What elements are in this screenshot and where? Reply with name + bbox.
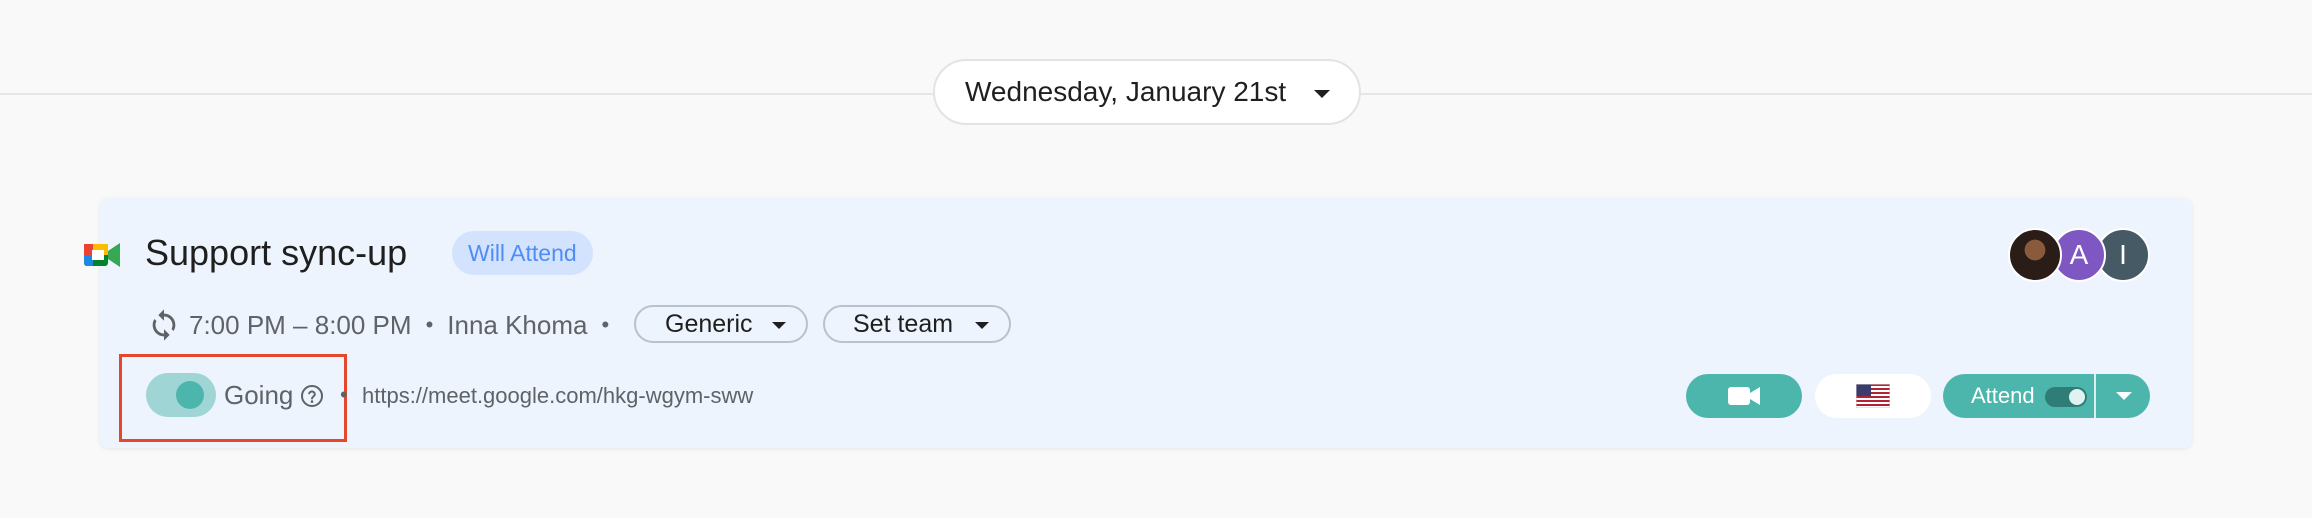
category-label: Generic: [665, 309, 753, 338]
event-meta: 7:00 PM – 8:00 PM • Inna Khoma •: [189, 307, 623, 343]
us-flag-icon: [1856, 384, 1890, 408]
avatar-initial: A: [2069, 239, 2089, 270]
event-title[interactable]: Support sync-up: [145, 229, 407, 277]
avatar[interactable]: [2008, 228, 2062, 282]
video-camera-icon: [1728, 387, 1760, 405]
date-selector[interactable]: Wednesday, January 21st: [933, 59, 1361, 125]
repeat-icon: [152, 309, 176, 341]
attend-options-button[interactable]: [2096, 374, 2150, 418]
attend-button[interactable]: Attend: [1943, 374, 2094, 418]
status-badge: Will Attend: [452, 231, 593, 275]
language-button[interactable]: [1815, 374, 1931, 418]
avatar-initial: I: [2119, 239, 2127, 270]
separator-dot: •: [425, 312, 434, 337]
separator-dot: •: [601, 312, 610, 337]
separator-dot: •: [340, 382, 348, 407]
attend-label: Attend: [1971, 383, 2035, 408]
time-range: 7:00 PM – 8:00 PM: [189, 309, 412, 340]
team-dropdown[interactable]: Set team: [823, 305, 1011, 343]
join-video-button[interactable]: [1686, 374, 1802, 418]
toggle-knob: [176, 381, 204, 409]
category-dropdown[interactable]: Generic: [634, 305, 808, 343]
going-toggle[interactable]: [146, 373, 216, 417]
attend-control: Attend: [1943, 374, 2150, 418]
team-label: Set team: [853, 309, 954, 338]
help-circle-icon[interactable]: [300, 384, 324, 408]
chevron-down-icon: [2116, 392, 2132, 400]
toggle-knob: [2069, 389, 2085, 405]
chevron-down-icon: [1314, 90, 1330, 98]
chevron-down-icon: [772, 322, 786, 329]
organizer-name: Inna Khoma: [447, 309, 588, 340]
going-label: Going: [224, 380, 294, 410]
attend-toggle[interactable]: [2045, 387, 2087, 407]
chevron-down-icon: [975, 322, 989, 329]
meeting-link[interactable]: https://meet.google.com/hkg-wgym-sww: [362, 380, 753, 412]
date-label: Wednesday, January 21st: [965, 76, 1287, 107]
google-meet-icon: [84, 243, 120, 267]
